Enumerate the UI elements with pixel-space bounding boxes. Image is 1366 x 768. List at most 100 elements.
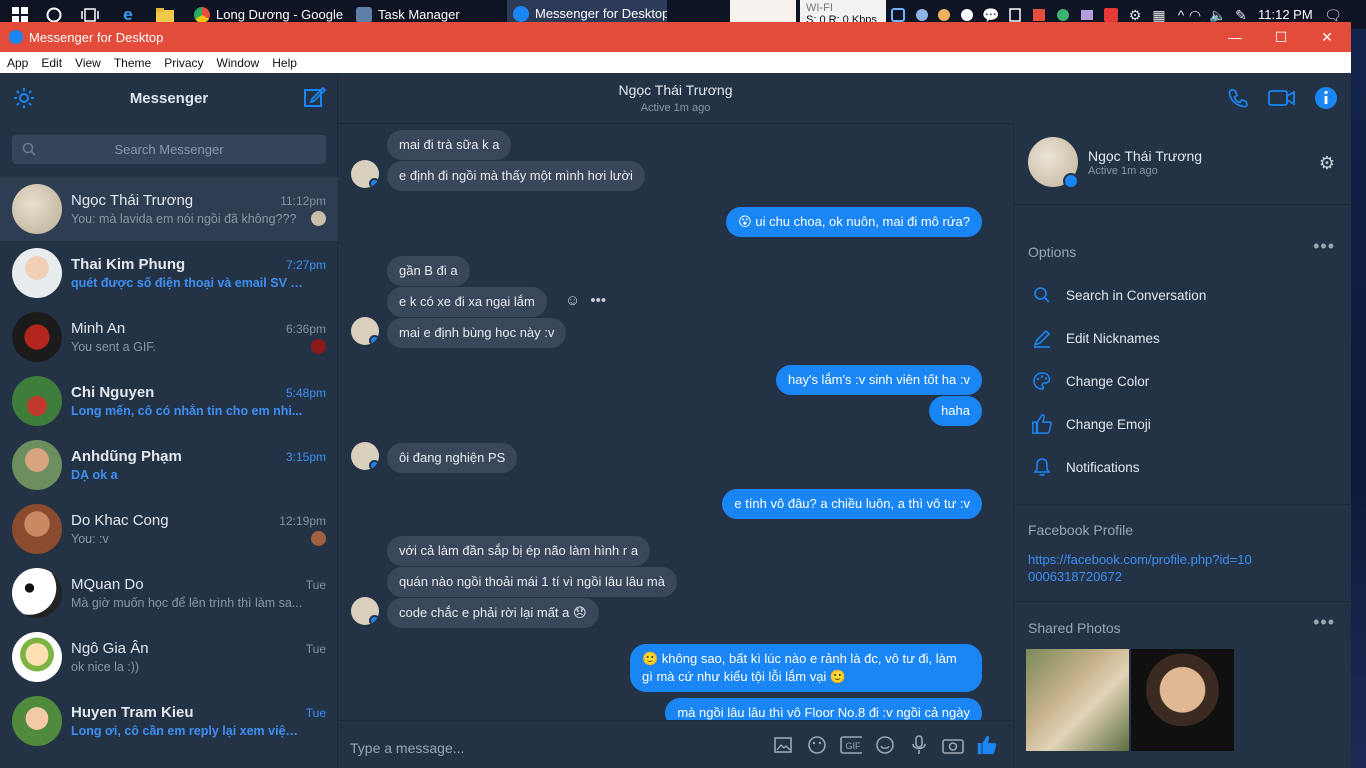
option-change-emoji[interactable]: Change Emoji bbox=[1028, 412, 1151, 436]
menu-view[interactable]: View bbox=[75, 56, 101, 70]
conversation-item[interactable]: Do Khac Cong 12:19pm You: :v bbox=[0, 497, 338, 561]
section-divider bbox=[1014, 504, 1352, 505]
messenger-badge-icon bbox=[369, 615, 379, 625]
conversation-time: 6:36pm bbox=[285, 322, 326, 336]
message-incoming[interactable]: mai đi trà sữa k a bbox=[387, 130, 512, 160]
conversation-name: Ngô Gia Ân bbox=[71, 640, 149, 657]
shared-photo[interactable] bbox=[1131, 649, 1234, 751]
chat-contact-name[interactable]: Ngọc Thái Trương bbox=[339, 82, 1012, 98]
messenger-app-icon bbox=[513, 5, 529, 22]
option-label: Edit Nicknames bbox=[1066, 330, 1160, 346]
menu-privacy[interactable]: Privacy bbox=[164, 56, 203, 70]
menu-edit[interactable]: Edit bbox=[41, 56, 62, 70]
surprised-emoji-icon: 😮 bbox=[738, 214, 752, 229]
message-incoming[interactable]: code chắc e phải rời lại mất a 😞 bbox=[387, 598, 599, 628]
sticker-icon[interactable] bbox=[806, 734, 828, 756]
avatar bbox=[12, 504, 62, 554]
avatar bbox=[12, 568, 62, 618]
shared-photo[interactable] bbox=[1026, 649, 1129, 751]
menu-theme[interactable]: Theme bbox=[114, 56, 151, 70]
avatar bbox=[12, 376, 62, 426]
conversation-item[interactable]: Minh An 6:36pm You sent a GIF. bbox=[0, 305, 338, 369]
message-outgoing[interactable]: mà ngồi lâu lâu thì vô Floor No.8 đi :v … bbox=[665, 698, 982, 720]
info-icon[interactable] bbox=[1314, 86, 1338, 110]
message-incoming[interactable]: ôi đang nghiện PS bbox=[387, 443, 518, 473]
message-outgoing[interactable]: 😮 ui chu choa, ok nuôn, mai đi mô rứa? bbox=[726, 207, 982, 237]
contact-profile: Ngọc Thái Trương Active 1m ago ⚙ bbox=[1014, 123, 1352, 205]
conversation-preview: You: mà lavida em nói ngồi đã không??? bbox=[71, 212, 297, 226]
maximize-button[interactable]: ☐ bbox=[1258, 22, 1304, 52]
like-thumb-icon[interactable] bbox=[976, 734, 998, 756]
search-placeholder: Search Messenger bbox=[114, 142, 224, 157]
conversation-name: Chi Nguyen bbox=[71, 384, 155, 401]
option-label: Notifications bbox=[1066, 459, 1140, 475]
facebook-profile-link[interactable]: https://facebook.com/profile.php?id=1000… bbox=[1028, 551, 1258, 585]
message-incoming[interactable]: quán nào ngồi thoải mái 1 tí vì ngồi lâu… bbox=[387, 567, 677, 597]
contact-name: Ngọc Thái Trương bbox=[1088, 148, 1203, 164]
conversation-item[interactable]: Huyen Tram Kieu Tue Long ơi, cô cần em r… bbox=[0, 689, 338, 753]
clock[interactable]: 11:12 PM bbox=[1258, 7, 1313, 22]
conversation-preview: quét được số điện thoại và email SV t... bbox=[71, 276, 303, 290]
taskbar-app-label: Messenger for Desktop bbox=[535, 6, 667, 21]
close-button[interactable]: ✕ bbox=[1304, 22, 1350, 52]
voice-call-icon[interactable] bbox=[1226, 86, 1250, 110]
message-outgoing[interactable]: hay's lắm's :v sinh viên tốt ha :v bbox=[776, 365, 982, 395]
avatar bbox=[12, 312, 62, 362]
menu-app[interactable]: App bbox=[7, 56, 28, 70]
message-incoming[interactable]: e k có xe đi xa ngại lắm bbox=[387, 287, 547, 317]
shared-photos-more-icon[interactable]: ••• bbox=[1313, 612, 1335, 633]
avatar bbox=[12, 696, 62, 746]
gif-icon[interactable]: GIF bbox=[840, 734, 862, 756]
message-outgoing[interactable]: haha bbox=[929, 396, 982, 426]
message-outgoing[interactable]: 🙂 không sao, bất kì lúc nào e rảnh là đc… bbox=[630, 644, 982, 692]
conversation-time: 3:15pm bbox=[285, 450, 326, 464]
window-title: Messenger for Desktop bbox=[29, 30, 164, 45]
menu-help[interactable]: Help bbox=[272, 56, 297, 70]
photo-attach-icon[interactable] bbox=[772, 734, 794, 756]
option-change-color[interactable]: Change Color bbox=[1028, 369, 1149, 393]
seen-avatar bbox=[311, 211, 326, 226]
conversation-item[interactable]: Ngọc Thái Trương 11:12pm You: mà lavida … bbox=[0, 177, 338, 241]
react-emoji-icon[interactable]: ☺ bbox=[565, 292, 580, 309]
microphone-icon[interactable] bbox=[908, 734, 930, 756]
more-options-icon[interactable]: ••• bbox=[590, 292, 606, 309]
menu-window[interactable]: Window bbox=[217, 56, 260, 70]
pencil-icon bbox=[1028, 326, 1056, 350]
message-incoming[interactable]: với cả làm đần sắp bị ép não làm hình r … bbox=[387, 536, 651, 566]
conversation-item[interactable]: MQuan Do Tue Mà giờ muốn học để lên trìn… bbox=[0, 561, 338, 625]
avatar bbox=[12, 440, 62, 490]
conversation-name: Do Khac Cong bbox=[71, 512, 169, 529]
profile-settings-gear-icon[interactable]: ⚙ bbox=[1317, 153, 1337, 173]
conversation-name: MQuan Do bbox=[71, 576, 144, 593]
message-thread: mai đi trà sữa k a e định đi ngồi mà thấ… bbox=[339, 123, 1012, 720]
camera-icon[interactable] bbox=[942, 734, 964, 756]
conversation-item[interactable]: Ngô Gia Ân Tue ok nice la :)) bbox=[0, 625, 338, 689]
message-input[interactable]: Type a message... bbox=[350, 740, 464, 756]
message-line: 🙂 không sao, bất kì lúc nào e rảnh là đc… bbox=[642, 651, 957, 666]
contact-status: Active 1m ago bbox=[1088, 165, 1158, 177]
conversation-preview: DẠ ok a bbox=[71, 468, 118, 482]
avatar bbox=[12, 248, 62, 298]
message-incoming[interactable]: gần B đi a bbox=[387, 256, 470, 286]
option-search-in-conversation[interactable]: Search in Conversation bbox=[1028, 283, 1206, 307]
options-more-icon[interactable]: ••• bbox=[1313, 236, 1335, 257]
video-call-icon[interactable] bbox=[1268, 86, 1296, 110]
message-actions: ☺ ••• bbox=[565, 292, 606, 309]
conversation-time: 5:48pm bbox=[285, 386, 326, 400]
conversation-preview: Mà giờ muốn học để lên trình thì làm sa.… bbox=[71, 596, 303, 610]
conversation-preview: ok nice la :)) bbox=[71, 660, 140, 674]
conversation-time: Tue bbox=[305, 706, 326, 720]
window-titlebar[interactable]: Messenger for Desktop — ☐ ✕ bbox=[0, 22, 1351, 52]
emoji-icon[interactable] bbox=[874, 734, 896, 756]
messenger-badge-icon bbox=[369, 460, 379, 470]
message-outgoing[interactable]: e tính vô đâu? a chiều luôn, a thì vô tư… bbox=[722, 489, 982, 519]
message-incoming[interactable]: mai e định bùng học này :v bbox=[387, 318, 567, 348]
conversation-item[interactable]: Thai Kim Phung 7:27pm quét được số điện … bbox=[0, 241, 338, 305]
search-input[interactable]: Search Messenger bbox=[12, 135, 326, 164]
option-edit-nicknames[interactable]: Edit Nicknames bbox=[1028, 326, 1160, 350]
message-incoming[interactable]: e định đi ngồi mà thấy một mình hơi lười bbox=[387, 161, 645, 191]
minimize-button[interactable]: — bbox=[1212, 22, 1258, 52]
conversation-item[interactable]: Anhdũng Phạm 3:15pm DẠ ok a bbox=[0, 433, 338, 497]
option-notifications[interactable]: Notifications bbox=[1028, 455, 1140, 479]
conversation-item[interactable]: Chi Nguyen 5:48pm Long mến, cô có nhắn t… bbox=[0, 369, 338, 433]
